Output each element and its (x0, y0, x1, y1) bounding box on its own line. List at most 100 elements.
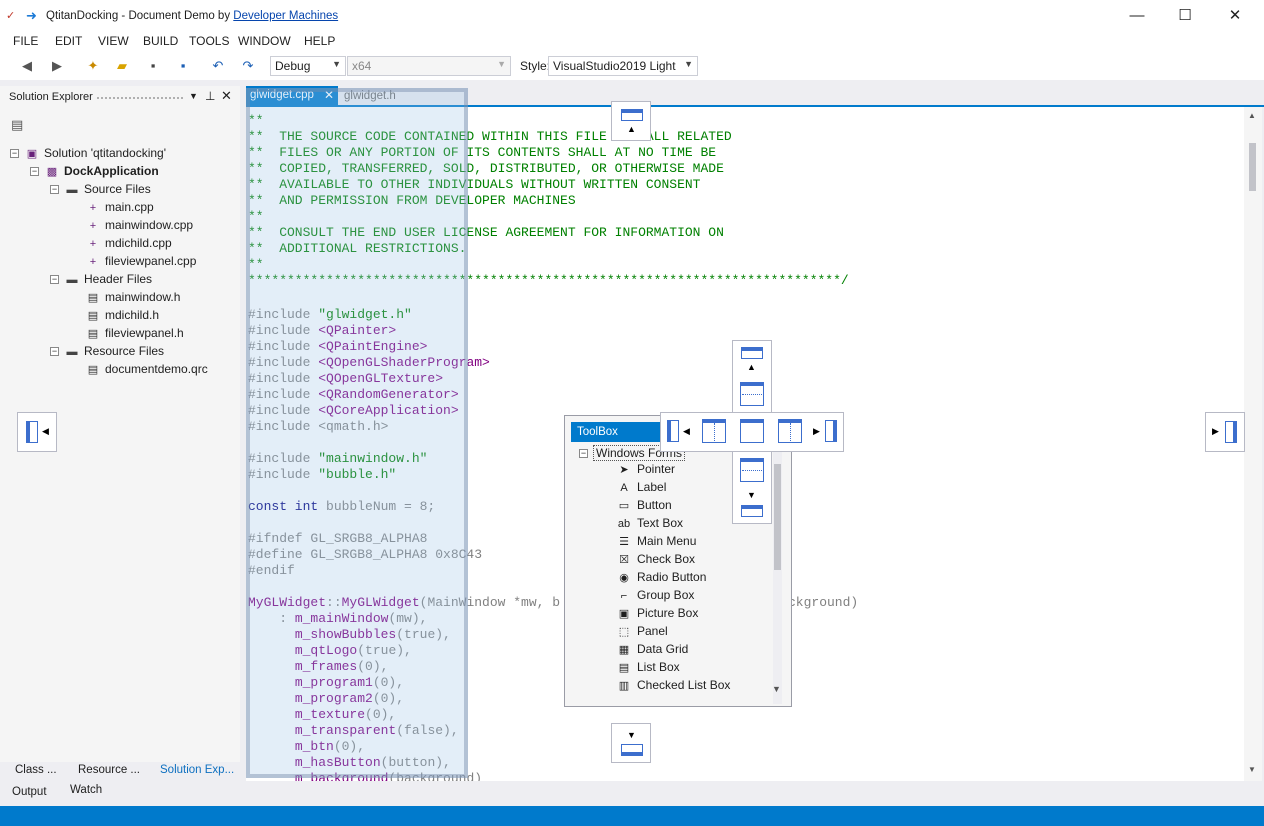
save-icon[interactable]: ▪ (143, 56, 163, 76)
tab-output[interactable]: Output (12, 786, 47, 798)
toolbox-item[interactable]: ☒ Check Box (615, 552, 695, 570)
redo-icon[interactable]: ↷ (238, 56, 258, 76)
tree-item[interactable]: + mdichild.cpp (86, 236, 172, 254)
tree-item-label: mdichild.h (105, 308, 160, 322)
picture-box-icon: ▣ (618, 608, 630, 620)
open-folder-icon[interactable]: ▰ (112, 56, 132, 76)
chevron-down-icon: ▼ (497, 59, 506, 69)
new-file-icon[interactable]: ✦ (83, 56, 103, 76)
tree-item[interactable]: − ▣ Solution 'qtitandocking' (10, 146, 166, 164)
tab-watch[interactable]: Watch (70, 784, 102, 796)
scroll-up-icon[interactable]: ▲ (1248, 111, 1256, 120)
dock-guide-right[interactable]: ▶ (1205, 412, 1245, 452)
tree-item[interactable]: + main.cpp (86, 200, 154, 218)
tree-item[interactable]: − ▩ DockApplication (30, 164, 159, 182)
toolbox-item[interactable]: ◉ Radio Button (615, 570, 706, 588)
toolbox-item[interactable]: ▣ Picture Box (615, 606, 699, 624)
tree-item[interactable]: ▤ mdichild.h (86, 308, 159, 326)
menu-tools[interactable]: TOOLS (189, 34, 229, 48)
expand-toggle[interactable]: − (50, 185, 59, 195)
drag-grip[interactable] (96, 96, 184, 100)
scroll-down-icon[interactable]: ▼ (1248, 765, 1256, 774)
dock-guide-left[interactable]: ◀ (17, 412, 57, 452)
toolbox-scrollbar[interactable]: ▼ (772, 444, 782, 704)
tab-class-view[interactable]: Class ... (15, 764, 57, 776)
scroll-down-icon[interactable]: ▼ (772, 684, 781, 694)
tree-item[interactable]: ▤ documentdemo.qrc (86, 362, 208, 380)
menu-build[interactable]: BUILD (143, 34, 178, 48)
dock-center-tab-icon[interactable] (740, 419, 764, 443)
label-icon: A (620, 482, 628, 494)
title-text: QtitanDocking - Document Demo by (46, 10, 234, 22)
expand-toggle[interactable]: − (30, 167, 39, 177)
toolbox-item[interactable]: ▥ Checked List Box (615, 678, 731, 696)
header-file-icon: ▤ (87, 292, 99, 305)
pin-icon[interactable]: ⊥ (205, 89, 215, 103)
menu-window[interactable]: WINDOW (238, 34, 291, 48)
dock-center-right-icon[interactable] (825, 420, 837, 442)
toolbox-item-label: Button (637, 498, 672, 512)
dock-center-left-icon[interactable] (667, 420, 679, 442)
dock-center-bottom-icon[interactable] (741, 505, 763, 517)
dock-center-top-icon[interactable] (741, 347, 763, 359)
collapse-toggle[interactable]: − (579, 446, 594, 460)
expand-toggle[interactable]: − (50, 275, 59, 285)
tree-item[interactable]: ▤ mainwindow.h (86, 290, 181, 308)
dock-center-bottom-half-icon[interactable] (740, 458, 764, 482)
tree-item[interactable]: − ▬ Header Files (50, 272, 152, 290)
toolbox-item[interactable]: ▤ List Box (615, 660, 680, 678)
toolbox-item[interactable]: A Label (615, 480, 666, 498)
maximize-button[interactable]: ☐ (1160, 0, 1210, 32)
toolbox-item[interactable]: ⬚ Panel (615, 624, 668, 642)
tab-resource-view[interactable]: Resource ... (78, 764, 140, 776)
toolbox-item[interactable]: ab Text Box (615, 516, 683, 534)
vertical-scrollbar[interactable]: ▲ ▼ (1244, 107, 1262, 781)
menu-view[interactable]: VIEW (98, 34, 129, 48)
scrollbar-thumb[interactable] (1249, 143, 1256, 191)
arrow-up-icon: ▲ (627, 124, 636, 134)
undo-icon[interactable]: ↶ (208, 56, 228, 76)
menu-help[interactable]: HELP (304, 34, 335, 48)
arrow-left-icon: ◀ (42, 426, 49, 436)
dock-guide-top[interactable]: ▲ (611, 101, 651, 141)
cpp-file-icon: + (89, 255, 97, 268)
properties-icon[interactable]: ▤ (11, 117, 23, 133)
tree-item[interactable]: ▤ fileviewpanel.h (86, 326, 184, 344)
menu-edit[interactable]: EDIT (55, 34, 82, 48)
title-link[interactable]: Developer Machines (233, 10, 338, 22)
close-button[interactable]: ✕ (1210, 0, 1260, 32)
arrow-right-icon: ▶ (813, 426, 820, 436)
tree-item[interactable]: + mainwindow.cpp (86, 218, 193, 236)
tree-item[interactable]: + fileviewpanel.cpp (86, 254, 197, 272)
configuration-select[interactable]: Debug ▼ (270, 56, 346, 76)
toolbox-item[interactable]: ☰ Main Menu (615, 534, 696, 552)
dock-center-right-half-icon[interactable] (778, 419, 802, 443)
folder-icon: ▬ (66, 345, 78, 358)
forward-icon[interactable]: ▶ (47, 56, 67, 76)
toolbox-item[interactable]: ▦ Data Grid (615, 642, 689, 660)
toolbox-item-label: Main Menu (637, 534, 697, 548)
style-select[interactable]: VisualStudio2019 Light ▼ (548, 56, 698, 76)
tree-item-label: DockApplication (64, 164, 159, 178)
platform-select[interactable]: x64 ▼ (347, 56, 511, 76)
dock-center-top-half-icon[interactable] (740, 382, 764, 406)
expand-toggle[interactable]: − (50, 347, 59, 357)
tree-item[interactable]: − ▬ Source Files (50, 182, 151, 200)
scrollbar-thumb[interactable] (774, 464, 781, 570)
pointer-icon: ➤ (619, 464, 629, 476)
chevron-down-icon[interactable]: ▼ (189, 91, 198, 101)
menu-file[interactable]: FILE (13, 34, 38, 48)
minimize-button[interactable]: — (1112, 0, 1162, 32)
save-all-icon[interactable]: ▪ (173, 56, 193, 76)
close-icon[interactable]: ✕ (221, 88, 232, 104)
expand-toggle[interactable]: − (10, 149, 19, 159)
toolbox-item[interactable]: ⌐ Group Box (615, 588, 695, 606)
back-icon[interactable]: ◀ (17, 56, 37, 76)
toolbox-item[interactable]: ▭ Button (615, 498, 672, 516)
tree-item[interactable]: − ▬ Resource Files (50, 344, 164, 362)
tab-solution-explorer[interactable]: Solution Exp... (160, 764, 234, 776)
dock-center-left-half-icon[interactable] (702, 419, 726, 443)
dock-guide-bottom[interactable]: ▼ (611, 723, 651, 763)
toolbox-item[interactable]: ➤ Pointer (615, 462, 675, 480)
header-file-icon: ▤ (87, 328, 99, 341)
